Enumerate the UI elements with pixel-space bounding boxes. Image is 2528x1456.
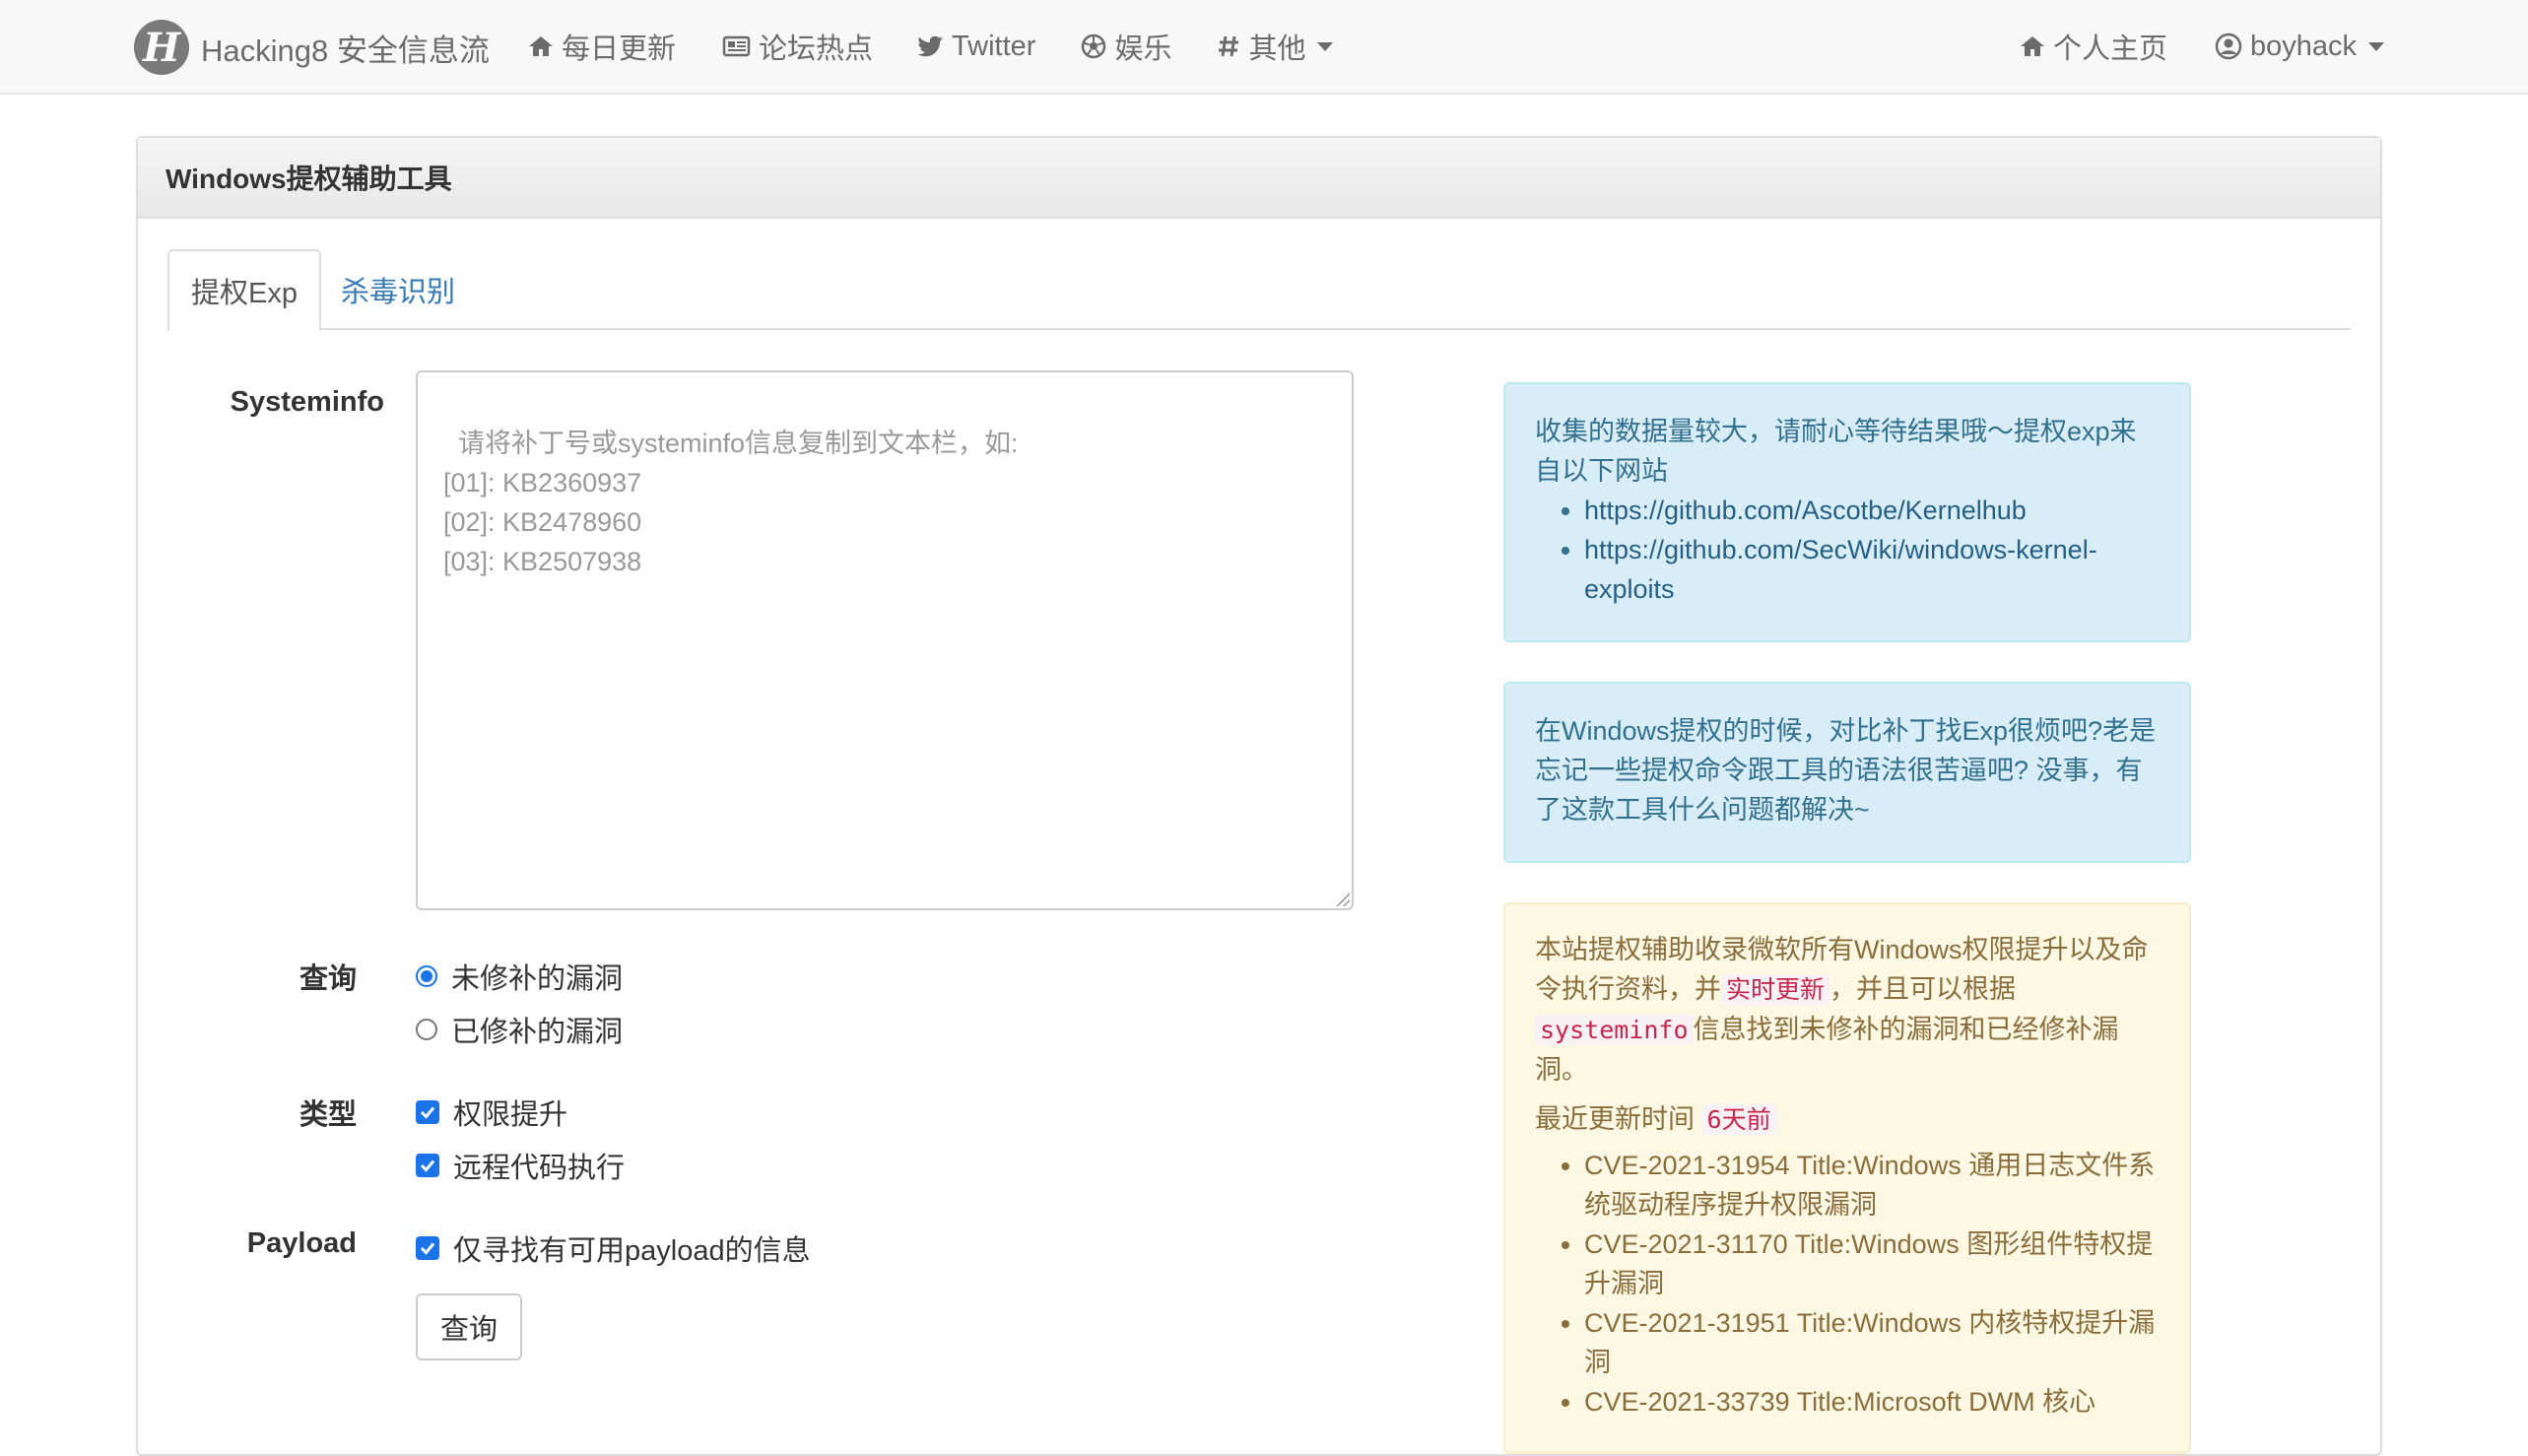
- radio-unpatched[interactable]: 未修补的漏洞: [416, 956, 623, 997]
- nav-item-label: Twitter: [952, 30, 1036, 62]
- checkbox-remote-code-exec[interactable]: 远程代码执行: [416, 1145, 625, 1186]
- checkbox-privilege-escalation[interactable]: 权限提升: [416, 1092, 567, 1133]
- checkbox-payload-only[interactable]: 仅寻找有可用payload的信息: [416, 1227, 811, 1269]
- top-navbar: H Hacking8 安全信息流 每日更新 论坛热点 Twitter 娱乐 其他…: [0, 0, 2528, 95]
- hashtag-icon: [1217, 34, 1240, 58]
- nav-item-user-menu[interactable]: boyhack: [2215, 31, 2384, 63]
- source-link-list: https://github.com/Ascotbe/Kernelhub htt…: [1535, 491, 2160, 609]
- tab-privilege-exp[interactable]: 提权Exp: [167, 249, 321, 332]
- home-icon: [2020, 34, 2045, 58]
- site-logo-icon: H: [134, 20, 189, 75]
- username: boyhack: [2249, 30, 2357, 62]
- newspaper-icon: [721, 34, 751, 58]
- checkbox-label: 仅寻找有可用payload的信息: [453, 1235, 811, 1267]
- nav-item-twitter[interactable]: Twitter: [918, 31, 1035, 63]
- list-item[interactable]: CVE-2021-33739 Title:Microsoft DWM 核心: [1584, 1382, 2160, 1422]
- radio-patched[interactable]: 已修补的漏洞: [416, 1009, 623, 1050]
- query-label: 查询: [299, 963, 357, 995]
- user-circle-icon: [2215, 33, 2242, 60]
- checkbox-label: 权限提升: [453, 1099, 568, 1131]
- list-item: https://github.com/Ascotbe/Kernelhub: [1584, 491, 2160, 530]
- nav-item-label: 个人主页: [2052, 33, 2167, 65]
- query-submit-button[interactable]: 查询: [416, 1293, 522, 1360]
- nav-item-label: 论坛热点: [759, 33, 874, 65]
- checkbox-checked-icon[interactable]: [416, 1100, 439, 1124]
- type-label: 类型: [299, 1099, 357, 1131]
- home-icon: [528, 34, 554, 58]
- checkbox-checked-icon[interactable]: [416, 1236, 439, 1260]
- list-item: https://github.com/SecWiki/windows-kerne…: [1584, 530, 2160, 609]
- systeminfo-placeholder: 请将补丁号或systeminfo信息复制到文本栏，如: [01]: KB2360…: [443, 429, 1019, 576]
- panel-title: Windows提权辅助工具: [138, 138, 2380, 219]
- checkbox-checked-icon[interactable]: [416, 1154, 439, 1177]
- twitter-icon: [918, 35, 944, 57]
- brand-link[interactable]: H Hacking8 安全信息流: [134, 20, 490, 75]
- brand-name: Hacking8 安全信息流: [201, 33, 490, 68]
- user-nav: 个人主页 boyhack: [1972, 0, 2384, 93]
- systeminfo-label: Systeminfo: [230, 386, 384, 418]
- chevron-down-icon: [2368, 41, 2384, 51]
- tab-bar: 提权Exp 杀毒识别: [167, 249, 2351, 332]
- nav-item-label: 娱乐: [1114, 33, 1172, 65]
- chevron-down-icon: [1317, 41, 1334, 51]
- payload-label: Payload: [246, 1227, 357, 1259]
- nav-item-other-dropdown[interactable]: 其他: [1217, 26, 1334, 67]
- last-updated: 最近更新时间 6天前: [1535, 1099, 2160, 1140]
- info-box-sources: 收集的数据量较大，请耐心等待结果哦～提权exp来自以下网站 https://gi…: [1503, 382, 2191, 642]
- last-updated-label: 最近更新时间: [1535, 1104, 1695, 1134]
- code-systeminfo: systeminfo: [1535, 1015, 1694, 1045]
- radio-label: 已修补的漏洞: [451, 1017, 624, 1048]
- info-text: 在Windows提权的时候，对比补丁找Exp很烦吧?老是忘记一些提权命令跟工具的…: [1535, 716, 2157, 825]
- code-realtime: 实时更新: [1721, 974, 1830, 1005]
- nav-item-entertainment[interactable]: 娱乐: [1081, 26, 1171, 67]
- nav-item-profile[interactable]: 个人主页: [2020, 26, 2167, 67]
- warning-text: 本站提权辅助收录微软所有Windows权限提升以及命令执行资料，并 实时更新 ，并且…: [1535, 930, 2160, 1090]
- info-text: 收集的数据量较大，请耐心等待结果哦～提权exp来自以下网站: [1535, 417, 2137, 486]
- checkbox-label: 远程代码执行: [453, 1153, 626, 1184]
- radio-label: 未修补的漏洞: [451, 963, 624, 995]
- nav-item-daily-updates[interactable]: 每日更新: [528, 26, 676, 67]
- systeminfo-textarea[interactable]: 请将补丁号或systeminfo信息复制到文本栏，如: [01]: KB2360…: [416, 370, 1354, 910]
- text-segment: ，并且可以根据: [1829, 974, 2017, 1004]
- warning-box-updates: 本站提权辅助收录微软所有Windows权限提升以及命令执行资料，并 实时更新 ，并且…: [1503, 902, 2191, 1454]
- resize-handle-icon[interactable]: [1336, 893, 1350, 906]
- nav-item-forum-hot[interactable]: 论坛热点: [721, 26, 873, 67]
- nav-item-label: 其他: [1248, 33, 1306, 65]
- list-item[interactable]: CVE-2021-31954 Title:Windows 通用日志文件系统驱动程…: [1584, 1146, 2160, 1224]
- cve-list: CVE-2021-31954 Title:Windows 通用日志文件系统驱动程…: [1535, 1146, 2160, 1422]
- last-updated-value: 6天前: [1701, 1104, 1776, 1135]
- source-link[interactable]: https://github.com/Ascotbe/Kernelhub: [1584, 496, 2027, 525]
- radio-selected-icon[interactable]: [416, 965, 437, 987]
- list-item[interactable]: CVE-2021-31170 Title:Windows 图形组件特权提升漏洞: [1584, 1224, 2160, 1303]
- radio-unselected-icon[interactable]: [416, 1019, 437, 1040]
- source-link[interactable]: https://github.com/SecWiki/windows-kerne…: [1584, 535, 2097, 604]
- nav-item-label: 每日更新: [562, 33, 677, 65]
- list-item[interactable]: CVE-2021-31951 Title:Windows 内核特权提升漏洞: [1584, 1303, 2160, 1382]
- info-box-intro: 在Windows提权的时候，对比补丁找Exp很烦吧?老是忘记一些提权命令跟工具的…: [1503, 682, 2191, 863]
- tab-antivirus-detect[interactable]: 杀毒识别: [341, 249, 455, 330]
- soccer-ball-icon: [1081, 33, 1106, 59]
- main-nav: 每日更新 论坛热点 Twitter 娱乐 其他: [528, 0, 1378, 93]
